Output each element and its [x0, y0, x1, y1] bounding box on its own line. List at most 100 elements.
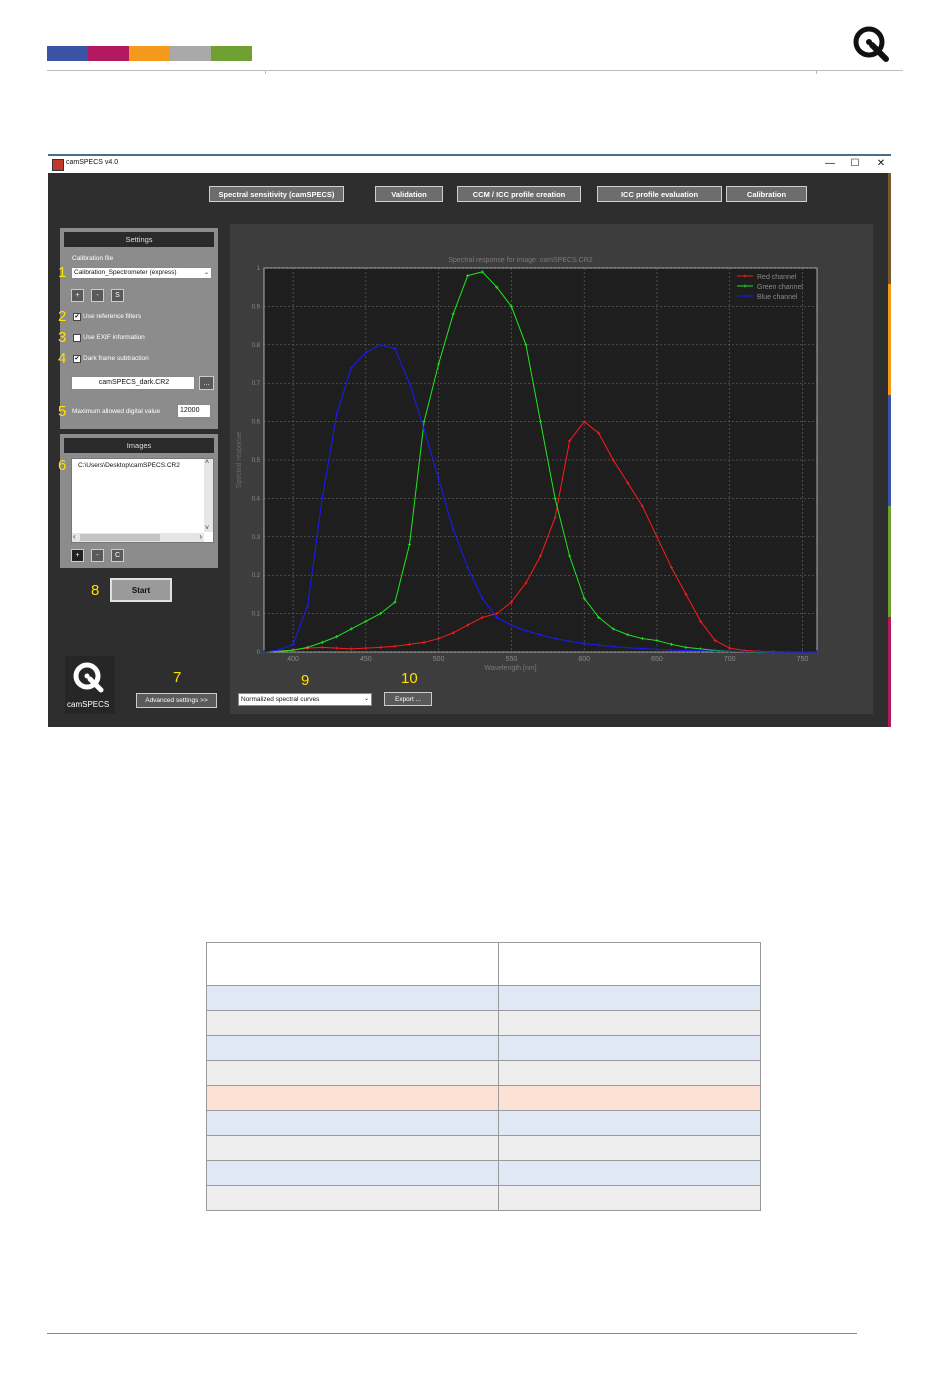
x-tick-label: 750: [797, 656, 809, 663]
window-side-accent: [888, 173, 891, 284]
dark-frame-file-field[interactable]: camSPECS_dark.CR2: [71, 376, 195, 390]
table-cell: [498, 942, 761, 986]
marker-1: 1: [58, 264, 67, 281]
table-row: [206, 1060, 761, 1086]
remove-image-button[interactable]: -: [91, 549, 104, 562]
x-tick-label: 700: [724, 656, 736, 663]
scroll-down-icon[interactable]: ˅: [205, 525, 209, 532]
vertical-scrollbar[interactable]: ˄ ˅: [204, 459, 213, 532]
marker-3: 3: [58, 329, 67, 346]
tab-calibration[interactable]: Calibration: [726, 186, 807, 202]
dark-frame-label: Dark frame subtraction: [83, 355, 149, 362]
header-tick: [265, 70, 266, 74]
use-exif-label: Use EXIF information: [83, 334, 145, 341]
add-image-button[interactable]: +: [71, 549, 84, 562]
tab-ccm-icc-creation[interactable]: CCM / ICC profile creation: [457, 186, 581, 202]
x-axis-label: Wavelength [nm]: [484, 665, 536, 672]
window-titlebar: camSPECS v4.0 — ☐ ✕: [48, 154, 891, 173]
images-panel: Images C:\Users\Desktop\camSPECS.CR2 ˄ ˅…: [60, 434, 218, 568]
max-digital-value-label: Maximum allowed digital value: [72, 408, 161, 415]
chevron-down-icon: ⌄: [363, 696, 369, 702]
dark-frame-checkbox[interactable]: ✔: [73, 355, 81, 363]
y-tick-label: 1: [257, 266, 261, 272]
y-axis-label: Spectral response: [236, 432, 243, 489]
chart-title: Spectral response for image: camSPECS.CR…: [448, 257, 592, 264]
marker-2: 2: [58, 308, 67, 325]
y-tick-label: 0.7: [252, 381, 261, 387]
camspecs-logo-icon: [73, 662, 104, 693]
marker-9: 9: [301, 672, 310, 689]
scroll-right-icon[interactable]: ›: [199, 532, 202, 541]
table-cell: [498, 1110, 761, 1136]
plot-mode-select[interactable]: Normalized spectral curves ⌄: [238, 693, 372, 706]
tab-spectral-sensitivity[interactable]: Spectral sensitivity (camSPECS): [209, 186, 344, 202]
y-tick-label: 0.2: [252, 573, 261, 579]
calibration-file-select[interactable]: Calibration_Spectrometer (express) ⌄: [71, 267, 212, 279]
table-cell: [206, 1035, 499, 1061]
table-row: [206, 1135, 761, 1161]
window-side-accent: [888, 284, 891, 395]
table-cell: [498, 1060, 761, 1086]
table-cell: [498, 985, 761, 1011]
advanced-settings-button[interactable]: Advanced settings >>: [136, 693, 217, 708]
start-button[interactable]: Start: [110, 578, 172, 602]
x-tick-label: 450: [360, 656, 372, 663]
close-button[interactable]: ✕: [874, 157, 888, 171]
color-swatch-green: [211, 46, 252, 61]
scroll-up-icon[interactable]: ˄: [205, 459, 209, 466]
table-header-row: [206, 942, 761, 986]
marker-4: 4: [58, 350, 67, 367]
image-engineering-logo-icon: [853, 26, 889, 62]
table-cell: [206, 1010, 499, 1036]
window-side-accent: [888, 617, 891, 727]
table-cell: [206, 1060, 499, 1086]
export-button[interactable]: Export ...: [384, 692, 432, 706]
table-cell: [498, 1160, 761, 1186]
image-list-item[interactable]: C:\Users\Desktop\camSPECS.CR2: [78, 462, 180, 469]
scroll-left-icon[interactable]: ‹: [73, 532, 76, 541]
use-reference-filters-checkbox[interactable]: ✔: [73, 313, 81, 321]
table-row: [206, 985, 761, 1011]
y-tick-label: 0.5: [252, 458, 261, 464]
clear-images-button[interactable]: C: [111, 549, 124, 562]
chevron-down-icon: ⌄: [203, 270, 209, 276]
use-exif-checkbox[interactable]: [73, 334, 81, 342]
remove-calibration-button[interactable]: -: [91, 289, 104, 302]
table-row: [206, 1160, 761, 1186]
table-row: [206, 1110, 761, 1136]
table-cell: [498, 1010, 761, 1036]
minimize-button[interactable]: —: [823, 157, 837, 171]
table-cell: [206, 1160, 499, 1186]
marker-10: 10: [401, 670, 418, 687]
y-tick-label: 0: [257, 650, 261, 656]
footer-rule: [47, 1333, 857, 1334]
x-tick-label: 400: [287, 656, 299, 663]
tab-validation[interactable]: Validation: [375, 186, 443, 202]
marker-8: 8: [91, 582, 100, 599]
table-cell: [206, 942, 499, 986]
table-cell: [498, 1135, 761, 1161]
table-cell: [206, 1185, 499, 1211]
table-cell: [206, 985, 499, 1011]
y-tick-label: 0.8: [252, 343, 261, 349]
max-digital-value-input[interactable]: 12000: [177, 404, 211, 418]
tab-icc-profile-evaluation[interactable]: ICC profile evaluation: [597, 186, 722, 202]
image-list[interactable]: C:\Users\Desktop\camSPECS.CR2 ˄ ˅ ‹ ›: [71, 458, 214, 543]
y-tick-label: 0.4: [252, 496, 261, 502]
color-swatch-orange: [129, 46, 170, 61]
calibration-file-label: Calibration file: [72, 255, 114, 262]
y-tick-label: 0.3: [252, 535, 261, 541]
save-calibration-button[interactable]: S: [111, 289, 124, 302]
add-calibration-button[interactable]: +: [71, 289, 84, 302]
table-row: [206, 1085, 761, 1111]
brand-color-bar: [47, 46, 252, 61]
use-reference-filters-label: Use reference filters: [83, 313, 142, 320]
plot-mode-value: Normalized spectral curves: [241, 696, 320, 703]
scrollbar-thumb[interactable]: [80, 534, 160, 541]
calibration-file-value: Calibration_Spectrometer (express): [74, 269, 177, 276]
horizontal-scrollbar[interactable]: ‹ ›: [72, 532, 204, 542]
browse-dark-frame-button[interactable]: ...: [199, 376, 214, 390]
data-table: [206, 942, 761, 1211]
window-side-accent: [888, 506, 891, 617]
maximize-button[interactable]: ☐: [848, 157, 862, 171]
